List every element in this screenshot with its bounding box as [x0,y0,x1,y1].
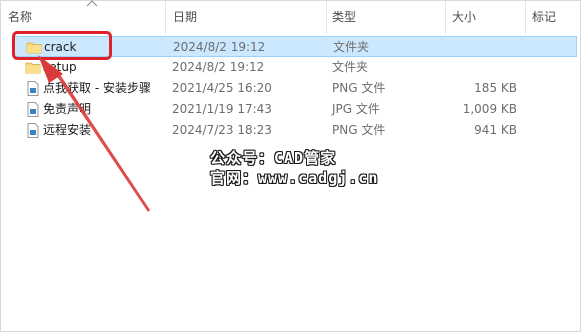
column-header-bar: 名称 日期 类型 大小 标记 [1,0,581,34]
file-size: 941 KB [474,123,517,137]
file-type: 文件夹 [333,40,370,54]
folder-icon [26,42,42,54]
file-size: 1,009 KB [462,102,517,116]
column-name-header[interactable]: 名称 [3,1,165,34]
column-divider[interactable] [165,1,166,34]
file-name: setup [43,60,77,74]
file-type: 文件夹 [332,60,369,74]
file-size: 185 KB [474,81,517,95]
file-explorer-window: 名称 日期 类型 大小 标记 crack 2024/8/2 19:12 文件夹 … [0,0,581,332]
file-type: PNG 文件 [332,81,386,95]
file-date: 2024/7/23 18:23 [172,123,272,137]
image-file-icon [27,102,39,117]
file-date: 2024/8/2 19:12 [173,40,266,54]
column-tags-header[interactable]: 标记 [527,1,581,34]
column-date-header[interactable]: 日期 [168,1,326,34]
watermark-website: 官网：www.cadgj.cn [210,169,379,187]
column-divider[interactable] [445,1,446,34]
file-date: 2024/8/2 19:12 [172,60,265,74]
column-divider[interactable] [525,1,526,34]
file-name: crack [44,40,77,54]
watermark-wechat: 公众号：CAD管家 [210,149,337,167]
column-type-header[interactable]: 类型 [327,1,445,34]
image-file-icon [27,81,39,96]
file-row-crack[interactable]: crack 2024/8/2 19:12 文件夹 [13,36,577,57]
file-name: 点我获取 - 安装步骤 [43,81,151,95]
file-row-install-steps[interactable]: 点我获取 - 安装步骤 2021/4/25 16:20 PNG 文件 185 K… [13,78,577,99]
file-type: JPG 文件 [332,102,380,116]
file-type: PNG 文件 [332,123,386,137]
file-row-remote-install[interactable]: 远程安装 2024/7/23 18:23 PNG 文件 941 KB [13,120,577,141]
column-size-header[interactable]: 大小 [447,1,525,34]
file-date: 2021/4/25 16:20 [172,81,272,95]
file-name: 远程安装 [43,123,92,137]
file-name: 免责声明 [43,102,92,116]
file-row-disclaimer[interactable]: 免责声明 2021/1/19 17:43 JPG 文件 1,009 KB [13,99,577,120]
folder-icon [25,62,41,74]
file-date: 2021/1/19 17:43 [172,102,272,116]
image-file-icon [27,123,39,138]
file-row-setup[interactable]: setup 2024/8/2 19:12 文件夹 [13,57,577,78]
